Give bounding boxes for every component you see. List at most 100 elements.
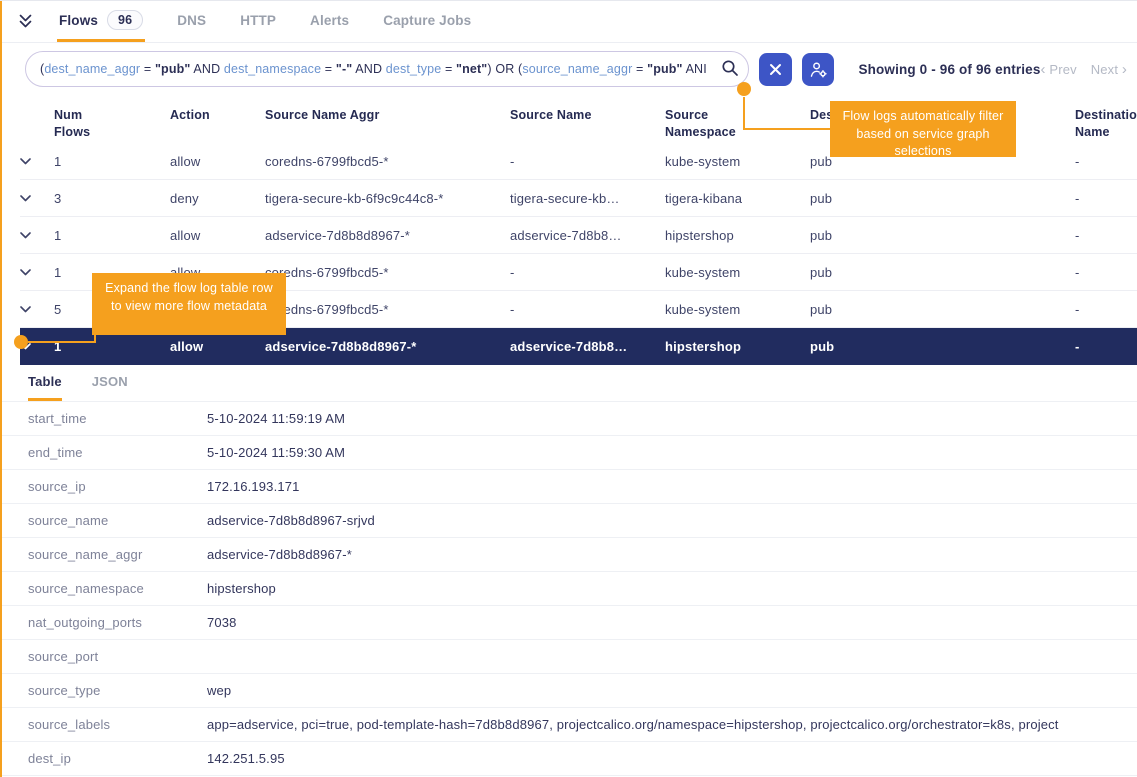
- flow-cell: -: [1075, 339, 1137, 354]
- expand-chevron-icon[interactable]: [20, 306, 54, 313]
- detail-row: source_labelsapp=adservice, pci=true, po…: [0, 708, 1137, 742]
- flow-cell: -: [1075, 228, 1137, 243]
- detail-row: source_namespacehipstershop: [0, 572, 1137, 606]
- flow-cell: hipstershop: [665, 339, 810, 354]
- query-token-op: AND: [352, 62, 385, 76]
- column-header: Source Namespace: [665, 107, 810, 143]
- results-count: Showing 0 - 96 of 96 entries: [858, 62, 1040, 77]
- flow-row[interactable]: 1allowadservice-7d8b8d8967-*adservice-7d…: [20, 217, 1137, 254]
- detail-rows: start_time5-10-2024 11:59:19 AMend_time5…: [0, 401, 1137, 776]
- search-icon[interactable]: [721, 59, 739, 77]
- detail-tab-table[interactable]: Table: [28, 365, 62, 401]
- detail-row: source_typewep: [0, 674, 1137, 708]
- header-spacer: [20, 107, 54, 143]
- detail-tab-json[interactable]: JSON: [92, 365, 128, 401]
- user-settings-button[interactable]: [802, 53, 835, 86]
- flow-cell: pub: [810, 228, 1075, 243]
- flow-cell: pub: [810, 302, 1075, 317]
- detail-key: nat_outgoing_ports: [0, 615, 207, 630]
- query-token-val: "pub": [647, 62, 683, 76]
- flow-cell: allow: [170, 339, 265, 354]
- detail-key: source_name: [0, 513, 207, 528]
- flow-cell: -: [510, 154, 665, 169]
- tour-callout-filter: Flow logs automatically filter based on …: [830, 101, 1016, 157]
- query-token-val: "net": [456, 62, 487, 76]
- flow-cell: coredns-6799fbcd5-*: [265, 302, 510, 317]
- query-token-op: =: [321, 62, 336, 76]
- detail-key: end_time: [0, 445, 207, 460]
- flow-cell: kube-system: [665, 154, 810, 169]
- query-token-op: =: [140, 62, 155, 76]
- flow-cell: -: [1075, 154, 1137, 169]
- query-token-field: dest_type: [386, 62, 442, 76]
- tab-dns[interactable]: DNS: [175, 1, 208, 42]
- detail-key: source_ip: [0, 479, 207, 494]
- flow-cell: adservice-7d8b8…: [510, 339, 665, 354]
- clear-filter-button[interactable]: [759, 53, 792, 86]
- detail-value: 7038: [207, 615, 1137, 630]
- user-gear-icon: [809, 60, 828, 79]
- column-header: Action: [170, 107, 265, 143]
- flow-cell: allow: [170, 154, 265, 169]
- flow-cell: -: [510, 265, 665, 280]
- flow-cell: adservice-7d8b8d8967-*: [265, 339, 510, 354]
- expand-chevron-icon[interactable]: [20, 343, 54, 350]
- tab-http[interactable]: HTTP: [238, 1, 278, 42]
- detail-key: source_type: [0, 683, 207, 698]
- flow-cell: 1: [54, 154, 170, 169]
- expand-chevron-icon[interactable]: [20, 195, 54, 202]
- detail-value: 172.16.193.171: [207, 479, 1137, 494]
- tab-label: DNS: [177, 13, 206, 28]
- prev-button[interactable]: ‹ Prev: [1040, 61, 1076, 78]
- expand-chevron-icon[interactable]: [20, 158, 54, 165]
- detail-key: start_time: [0, 411, 207, 426]
- expand-chevron-icon[interactable]: [20, 269, 54, 276]
- flow-cell: adservice-7d8b8…: [510, 228, 665, 243]
- flow-cell: -: [1075, 265, 1137, 280]
- column-header: Source Name: [510, 107, 665, 143]
- detail-value: app=adservice, pci=true, pod-template-ha…: [207, 717, 1137, 732]
- tab-label: Alerts: [310, 13, 349, 28]
- flow-cell: adservice-7d8b8d8967-*: [265, 228, 510, 243]
- detail-row: start_time5-10-2024 11:59:19 AM: [0, 402, 1137, 436]
- flow-cell: kube-system: [665, 302, 810, 317]
- tab-flows[interactable]: Flows96: [57, 1, 145, 42]
- tab-alerts[interactable]: Alerts: [308, 1, 351, 42]
- flow-cell: allow: [170, 228, 265, 243]
- detail-tabs: Table JSON: [0, 365, 1137, 401]
- query-token-field: dest_namespace: [224, 62, 321, 76]
- query-token-op: =: [632, 62, 647, 76]
- detail-value: 142.251.5.95: [207, 751, 1137, 766]
- tab-capture-jobs[interactable]: Capture Jobs: [381, 1, 473, 42]
- query-token-field: source_name_aggr: [522, 62, 632, 76]
- flow-cell: tigera-secure-kb-6f9c9c44c8-*: [265, 191, 510, 206]
- flow-cell: tigera-secure-kb…: [510, 191, 665, 206]
- flow-cell: pub: [810, 191, 1075, 206]
- detail-key: source_port: [0, 649, 207, 664]
- detail-row: end_time5-10-2024 11:59:30 AM: [0, 436, 1137, 470]
- flow-cell: deny: [170, 191, 265, 206]
- next-button[interactable]: Next ›: [1091, 61, 1127, 78]
- tab-bar: Flows96 DNS HTTP Alerts Capture Jobs: [0, 1, 1137, 43]
- flow-cell: 3: [54, 191, 170, 206]
- collapse-panel-icon[interactable]: [18, 14, 33, 29]
- detail-row: source_ip172.16.193.171: [0, 470, 1137, 504]
- detail-value: hipstershop: [207, 581, 1137, 596]
- flow-cell: -: [1075, 191, 1137, 206]
- detail-value: 5-10-2024 11:59:19 AM: [207, 411, 1137, 426]
- flow-cell: coredns-6799fbcd5-*: [265, 265, 510, 280]
- flow-cell: -: [510, 302, 665, 317]
- chevron-left-icon: ‹: [1040, 61, 1045, 78]
- flow-cell: pub: [810, 265, 1075, 280]
- flow-cell: kube-system: [665, 265, 810, 280]
- filter-bar: (dest_name_aggr = "pub" AND dest_namespa…: [0, 43, 1137, 95]
- query-token-op: ANI: [683, 62, 707, 76]
- expand-chevron-icon[interactable]: [20, 232, 54, 239]
- flow-cell: 1: [54, 339, 170, 354]
- filter-query-input[interactable]: (dest_name_aggr = "pub" AND dest_namespa…: [25, 51, 749, 87]
- chevron-right-icon: ›: [1122, 61, 1127, 78]
- flow-row[interactable]: 3denytigera-secure-kb-6f9c9c44c8-*tigera…: [20, 180, 1137, 217]
- detail-row: source_name_aggradservice-7d8b8d8967-*: [0, 538, 1137, 572]
- detail-row: source_nameadservice-7d8b8d8967-srjvd: [0, 504, 1137, 538]
- detail-row: dest_ip142.251.5.95: [0, 742, 1137, 776]
